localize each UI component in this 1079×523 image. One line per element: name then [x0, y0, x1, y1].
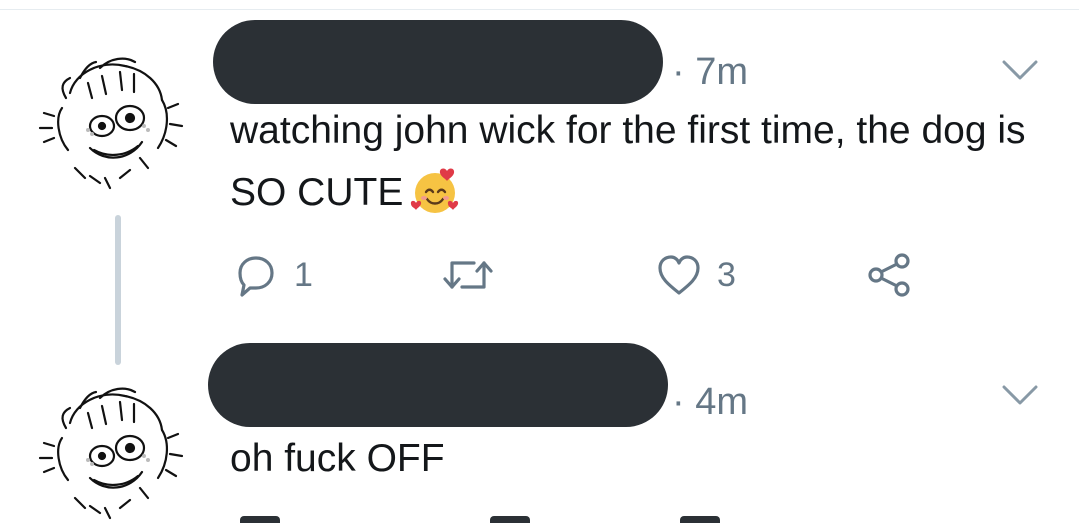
retweet-icon [443, 261, 493, 289]
avatar-drawing [38, 387, 184, 520]
tweet-timestamp[interactable]: · 4m [672, 381, 748, 424]
reply-button[interactable]: 1 [232, 250, 313, 300]
tweet-text-content: watching john wick for the first time, t… [230, 109, 1026, 214]
reply-icon [238, 256, 274, 297]
avatar[interactable] [30, 368, 190, 523]
like-icon [658, 255, 700, 295]
reply-count: 1 [294, 255, 313, 294]
chevron-down-icon[interactable] [1000, 381, 1040, 411]
redacted-username [208, 343, 668, 427]
timeline: · 7m watching john wick for the first ti… [0, 0, 1079, 523]
chevron-down-icon[interactable] [1000, 56, 1040, 86]
cropped-content [240, 516, 280, 523]
thread-connector [115, 215, 121, 365]
cropped-content [680, 516, 720, 523]
share-icon [868, 253, 910, 297]
like-button[interactable]: 3 [655, 250, 736, 300]
smiling-face-with-hearts-icon [409, 165, 461, 217]
tweet-timestamp[interactable]: · 7m [672, 51, 748, 94]
like-count: 3 [717, 255, 736, 294]
cropped-content [490, 516, 530, 523]
divider [0, 9, 1079, 10]
tweet-text-content: oh fuck OFF [230, 437, 445, 480]
avatar[interactable] [30, 38, 190, 198]
tweet-text: oh fuck OFF [230, 428, 1050, 490]
share-button[interactable] [866, 250, 914, 300]
retweet-button[interactable] [440, 250, 510, 300]
avatar-drawing [38, 57, 184, 190]
redacted-username [213, 20, 663, 104]
tweet-text: watching john wick for the first time, t… [230, 100, 1050, 224]
